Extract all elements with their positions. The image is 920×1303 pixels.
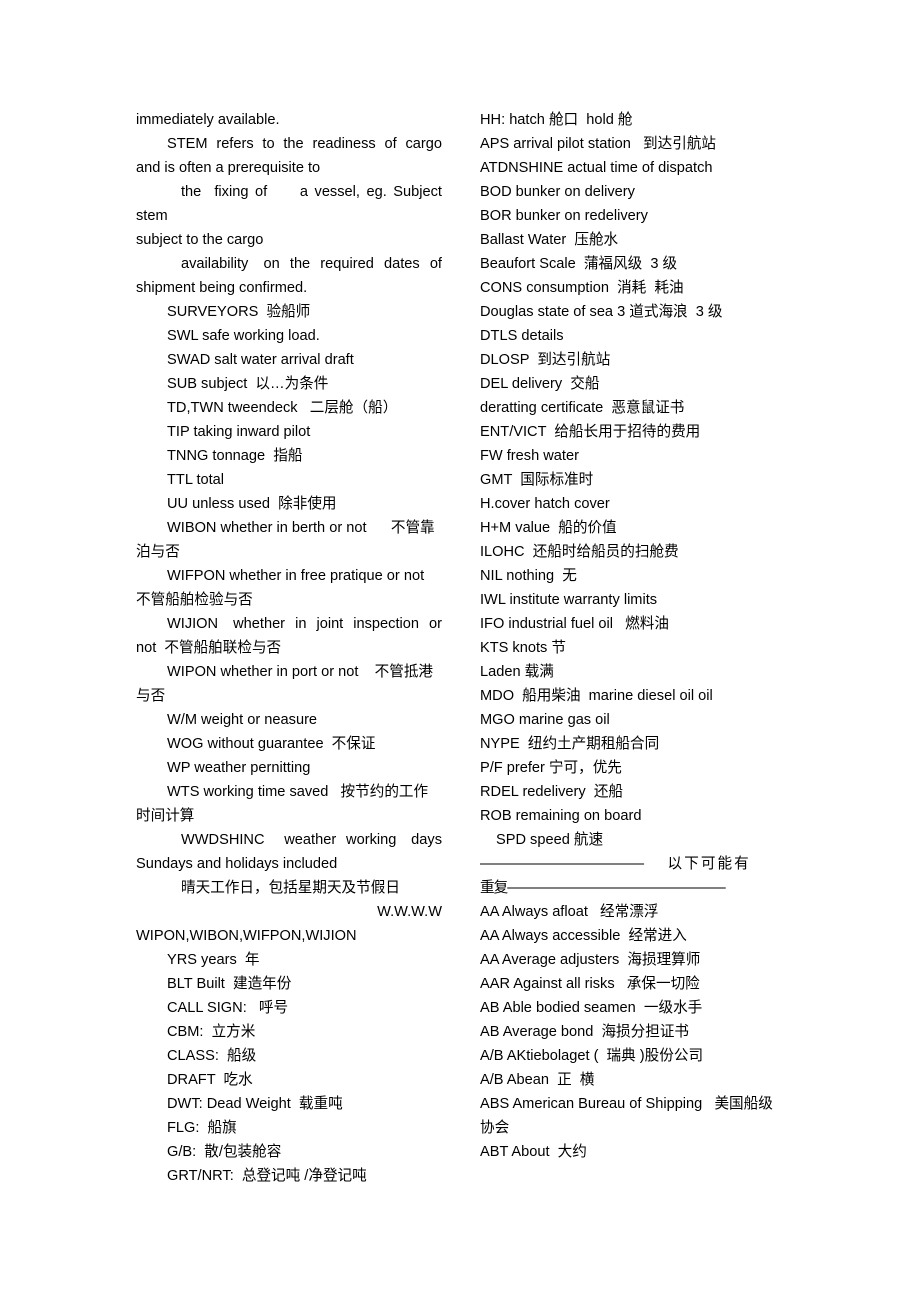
text-line: WIBON whether in berth or not 不管靠 xyxy=(167,520,435,536)
text-line: TNNG tonnage 指船 xyxy=(167,448,303,464)
text-line: Beaufort Scale 蒲福风级 3 级 xyxy=(480,256,678,272)
text-line: WOG without guarantee 不保证 xyxy=(167,736,376,752)
text-line: WTS working time saved 按节约的工作 xyxy=(167,784,429,800)
text-line: FW fresh water xyxy=(480,448,579,464)
text-line: 重复———————————————— xyxy=(480,880,726,896)
text-line: NIL nothing 无 xyxy=(480,568,577,584)
text-line: CLASS: 船级 xyxy=(167,1048,257,1064)
text-line: NYPE 纽约土产期租船合同 xyxy=(480,736,660,752)
text-line: AA Always accessible 经常进入 xyxy=(480,928,687,944)
text-line: WIJION whether in joint inspection or xyxy=(167,616,442,632)
text-line: A/B AKtiebolaget ( 瑞典 )股份公司 xyxy=(480,1048,704,1064)
text-line: W.W.W.W xyxy=(377,904,442,920)
text-line: SPD speed 航速 xyxy=(496,832,604,848)
text-line: AB Able bodied seamen 一级水手 xyxy=(480,1000,703,1016)
text-line: IFO industrial fuel oil 燃料油 xyxy=(480,616,669,632)
text-line: immediately available. xyxy=(136,112,280,128)
text-line: TD,TWN tweendeck 二层舱（船） xyxy=(167,400,398,416)
two-column-body: immediately available. STEM refers to the… xyxy=(136,108,784,1188)
text-line: 与否 xyxy=(136,688,166,704)
text-line: the fixing of a vessel, eg. Subject stem xyxy=(136,184,451,224)
text-line: RDEL redelivery 还船 xyxy=(480,784,624,800)
text-line: SWL safe working load. xyxy=(167,328,320,344)
text-line: MGO marine gas oil xyxy=(480,712,610,728)
text-line: DLOSP 到达引航站 xyxy=(480,352,611,368)
text-line: subject to the cargo xyxy=(136,232,264,248)
left-column-lines: immediately available. STEM refers to the… xyxy=(136,108,442,1188)
text-line: SURVEYORS 验船师 xyxy=(167,304,311,320)
text-line: TTL total xyxy=(167,472,225,488)
text-line: SWAD salt water arrival draft xyxy=(167,352,354,368)
text-line: CALL SIGN: 呼号 xyxy=(167,1000,289,1016)
text-line: IWL institute warranty limits xyxy=(480,592,658,608)
text-line: BLT Built 建造年份 xyxy=(167,976,292,992)
text-line: shipment being confirmed. xyxy=(136,280,308,296)
text-line: ABT About 大约 xyxy=(480,1144,587,1160)
text-line: 晴天工作日，包括星期天及节假日 xyxy=(181,880,400,896)
text-line: WIFPON whether in free pratique or not xyxy=(167,568,425,584)
text-line: H.cover hatch cover xyxy=(480,496,610,512)
text-line: and is often a prerequisite to xyxy=(136,160,321,176)
text-line: APS arrival pilot station 到达引航站 xyxy=(480,136,717,152)
text-line: Douglas state of sea 3 道式海浪 3 级 xyxy=(480,304,723,320)
text-line: WIPON whether in port or not 不管抵港 xyxy=(167,664,434,680)
document-page: immediately available. STEM refers to the… xyxy=(0,0,920,1303)
text-line: ILOHC 还船时给船员的扫舱费 xyxy=(480,544,679,560)
text-line: P/F prefer 宁可，优先 xyxy=(480,760,622,776)
text-line: KTS knots 节 xyxy=(480,640,566,656)
text-line: MDO 船用柴油 marine diesel oil oil xyxy=(480,688,713,704)
text-line: WIPON,WIBON,WIFPON,WIJION xyxy=(136,928,357,944)
text-line: GRT/NRT: 总登记吨 /净登记吨 xyxy=(167,1168,367,1184)
text-line: 时间计算 xyxy=(136,808,195,824)
text-line: TIP taking inward pilot xyxy=(167,424,311,440)
text-line: H+M value 船的价值 xyxy=(480,520,617,536)
text-line: DTLS details xyxy=(480,328,564,344)
text-line: SUB subject 以…为条件 xyxy=(167,376,329,392)
text-line: YRS years 年 xyxy=(167,952,260,968)
text-line: DEL delivery 交船 xyxy=(480,376,600,392)
text-line: FLG: 船旗 xyxy=(167,1120,237,1136)
text-line: HH: hatch 舱口 hold 舱 xyxy=(480,112,633,128)
text-line: WWDSHINC weather working days xyxy=(181,832,442,848)
text-line: Ballast Water 压舱水 xyxy=(480,232,619,248)
text-line: 不管船舶检验与否 xyxy=(136,592,253,608)
text-line: GMT 国际标准时 xyxy=(480,472,594,488)
text-line: A/B Abean 正 横 xyxy=(480,1072,595,1088)
text-line: AB Average bond 海损分担证书 xyxy=(480,1024,690,1040)
right-column-lines: HH: hatch 舱口 hold 舱 APS arrival pilot sta… xyxy=(480,108,784,1164)
left-column: immediately available. STEM refers to the… xyxy=(136,108,446,1188)
text-line: STEM refers to the readiness of cargo xyxy=(167,136,442,152)
text-line: DRAFT 吃水 xyxy=(167,1072,253,1088)
text-line: CONS consumption 消耗 耗油 xyxy=(480,280,684,296)
text-line: ENT/VICT 给船长用于招待的费用 xyxy=(480,424,701,440)
text-line: G/B: 散/包装舱容 xyxy=(167,1144,282,1160)
text-line: availability on the required dates of xyxy=(181,256,442,272)
text-line: DWT: Dead Weight 载重吨 xyxy=(167,1096,343,1112)
text-line: ATDNSHINE actual time of dispatch xyxy=(480,160,713,176)
text-line: CBM: 立方米 xyxy=(167,1024,256,1040)
text-line: 协会 xyxy=(480,1120,510,1136)
text-line: ———————————— 以 下 可 能 有 xyxy=(480,856,749,872)
text-line: BOR bunker on redelivery xyxy=(480,208,648,224)
text-line: AAR Against all risks 承保一切险 xyxy=(480,976,700,992)
text-line: AA Average adjusters 海损理算师 xyxy=(480,952,701,968)
text-line: W/M weight or neasure xyxy=(167,712,318,728)
text-line: Sundays and holidays included xyxy=(136,856,338,872)
text-line: Laden 载满 xyxy=(480,664,554,680)
text-line: BOD bunker on delivery xyxy=(480,184,635,200)
text-line: not 不管船舶联检与否 xyxy=(136,640,282,656)
text-line: deratting certificate 恶意鼠证书 xyxy=(480,400,685,416)
text-line: WP weather pernitting xyxy=(167,760,311,776)
text-line: UU unless used 除非使用 xyxy=(167,496,337,512)
text-line: AA Always afloat 经常漂浮 xyxy=(480,904,659,920)
text-line: ABS American Bureau of Shipping 美国船级 xyxy=(480,1096,773,1112)
text-line: 泊与否 xyxy=(136,544,180,560)
right-column: HH: hatch 舱口 hold 舱 APS arrival pilot sta… xyxy=(446,108,784,1164)
text-line: ROB remaining on board xyxy=(480,808,642,824)
